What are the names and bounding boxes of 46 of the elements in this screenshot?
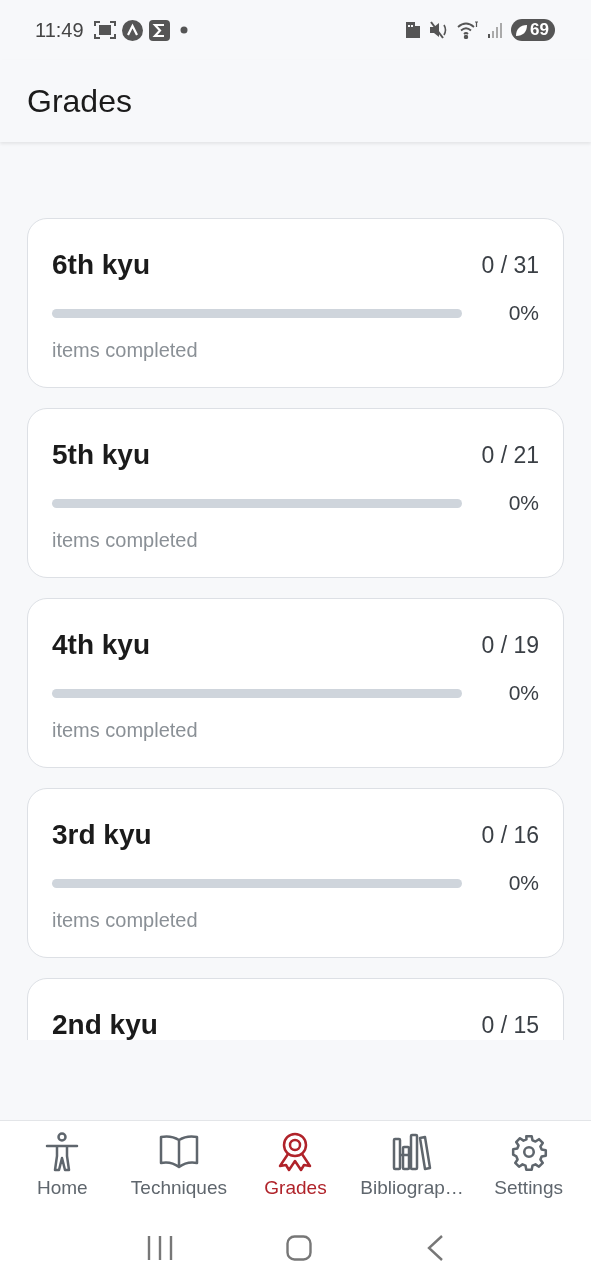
- nav-tab[interactable]: Bibliograp…: [354, 1121, 471, 1215]
- building-icon: [405, 21, 422, 39]
- grade-card[interactable]: 3rd kyu 0 / 16 0% items completed: [27, 788, 564, 958]
- item-count: 0 / 21: [481, 441, 539, 469]
- grade-card[interactable]: 5th kyu 0 / 21 0% items completed: [27, 408, 564, 578]
- progress-caption: items completed: [52, 909, 199, 932]
- grade-title: 3rd kyu: [52, 819, 152, 851]
- back-button[interactable]: [426, 1233, 445, 1262]
- percent-label: 0%: [508, 871, 539, 895]
- clock: 11:49: [35, 18, 84, 42]
- grade-card[interactable]: 6th kyu 0 / 31 0% items completed: [27, 218, 564, 388]
- wifi-icon: [457, 21, 480, 39]
- nav-tab[interactable]: Techniques: [120, 1121, 237, 1215]
- signal-icon: [487, 22, 504, 38]
- book-icon: [158, 1134, 199, 1170]
- caret-up-icon: [121, 19, 143, 41]
- percent-label: 0%: [508, 491, 539, 515]
- leaf-icon: [515, 23, 529, 37]
- nav-tab[interactable]: Grades: [237, 1121, 354, 1215]
- home-button[interactable]: [286, 1234, 313, 1261]
- grade-title: 6th kyu: [52, 249, 151, 281]
- grade-card[interactable]: 4th kyu 0 / 19 0% items completed: [27, 598, 564, 768]
- grade-title: 5th kyu: [52, 439, 151, 471]
- bookshelf-icon: [392, 1133, 433, 1171]
- item-count: 0 / 15: [481, 1011, 539, 1039]
- grade-title: 4th kyu: [52, 629, 151, 661]
- item-count: 0 / 19: [481, 631, 539, 659]
- percent-label: 0%: [508, 681, 539, 705]
- recent-apps-button[interactable]: [146, 1234, 173, 1261]
- page-title: Grades: [27, 82, 132, 120]
- grade-card[interactable]: 2nd kyu 0 / 15: [27, 978, 564, 1040]
- percent-label: 0%: [508, 301, 539, 325]
- progress-caption: items completed: [52, 719, 199, 742]
- progress-caption: items completed: [52, 339, 199, 362]
- screenshot-icon: [93, 20, 116, 40]
- person-icon: [44, 1132, 81, 1172]
- sigma-icon: [148, 19, 170, 41]
- grade-title: 2nd kyu: [52, 1009, 158, 1040]
- award-ribbon-icon: [277, 1132, 314, 1172]
- battery-level: 69: [530, 20, 549, 40]
- item-count: 0 / 16: [481, 821, 539, 849]
- nav-tab[interactable]: Settings: [470, 1121, 587, 1215]
- settings-icon: [509, 1133, 548, 1171]
- nav-tab[interactable]: Home: [4, 1121, 121, 1215]
- progress-caption: items completed: [52, 529, 199, 552]
- item-count: 0 / 31: [481, 251, 539, 279]
